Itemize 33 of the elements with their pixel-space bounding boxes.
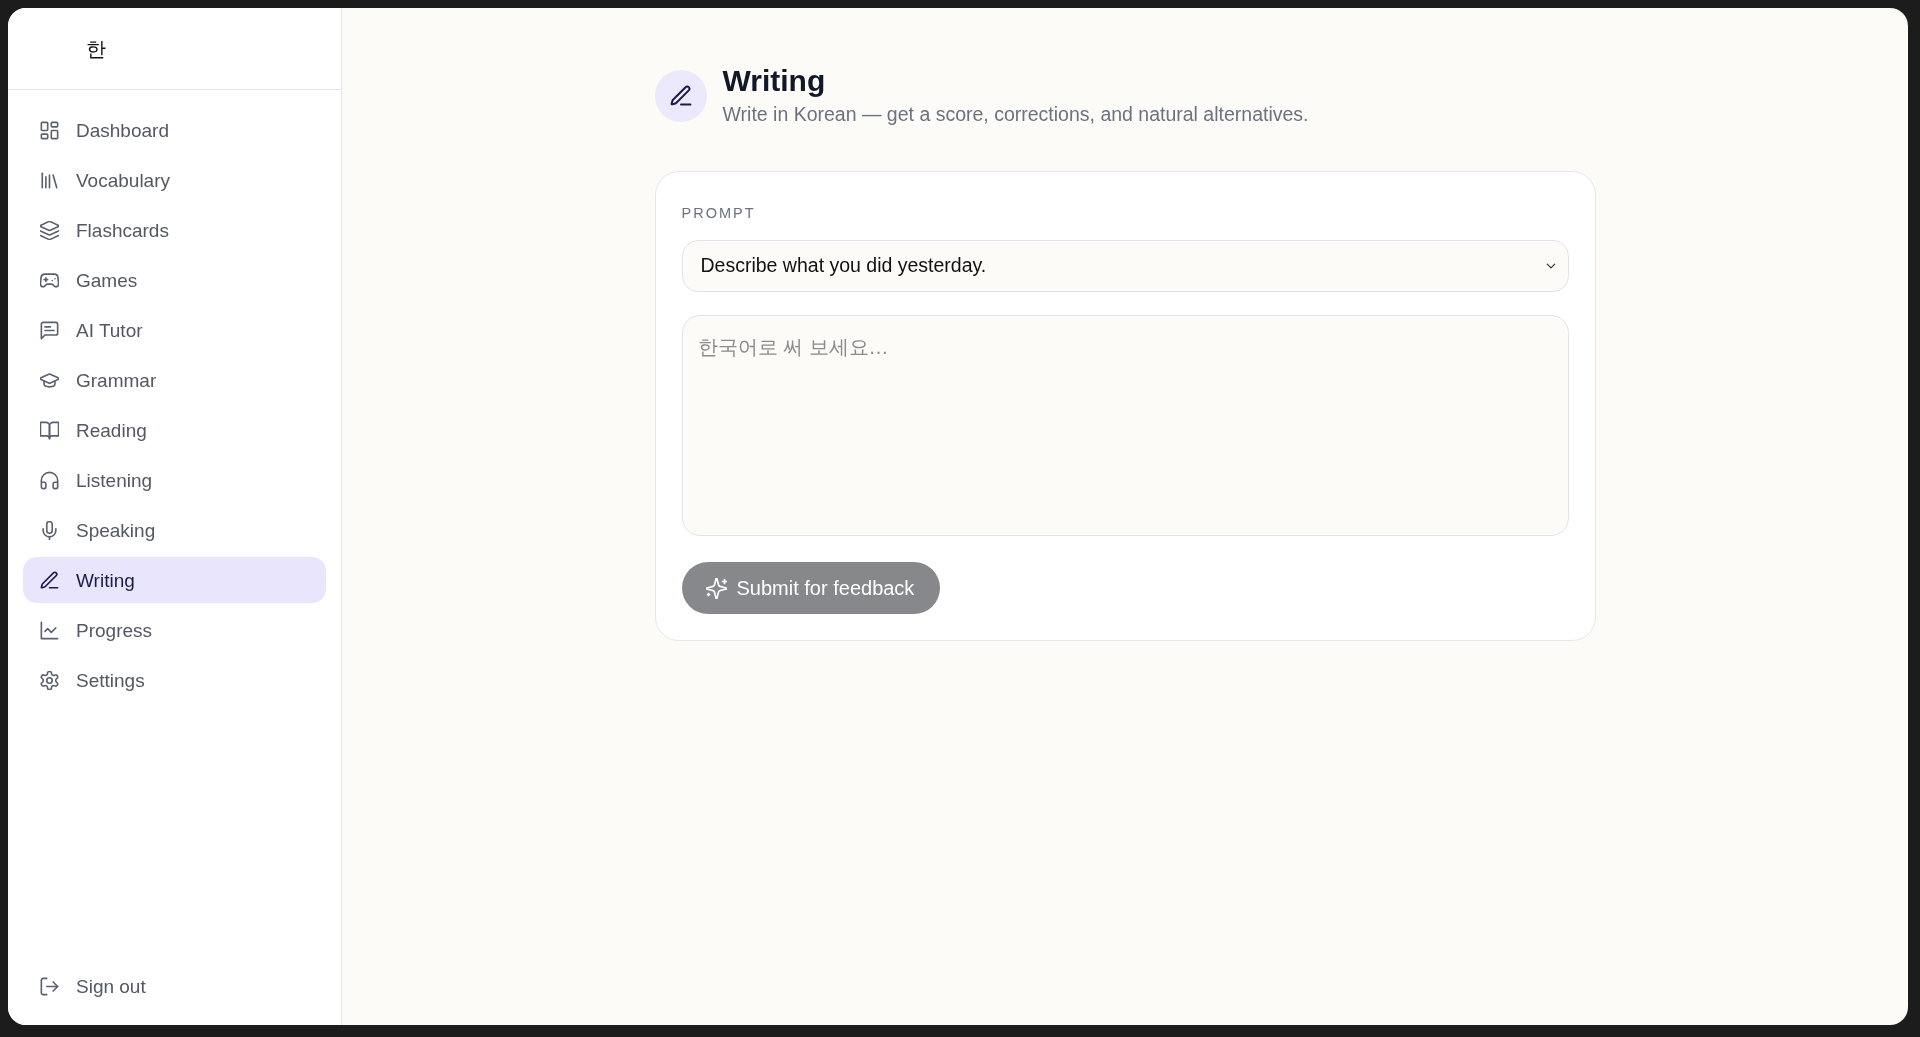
microphone-icon	[40, 520, 59, 540]
sidebar-item[interactable]: Flashcards	[23, 207, 326, 253]
headphones-icon	[40, 470, 59, 490]
pen-icon	[40, 570, 59, 590]
sidebar-item[interactable]: Settings	[23, 657, 326, 703]
books-icon	[40, 170, 59, 190]
logo-text: 한	[86, 36, 106, 61]
sparkles-icon	[705, 577, 727, 599]
gamepad-icon	[40, 270, 59, 290]
page-title: Writing	[722, 63, 827, 99]
sign-out-button[interactable]: Sign out	[23, 963, 326, 1009]
sign-out-icon	[40, 976, 59, 996]
sidebar-item[interactable]: Speaking	[23, 507, 326, 553]
message-icon	[40, 320, 59, 340]
sidebar-item[interactable]: Vocabulary	[23, 157, 326, 203]
sidebar-item[interactable]: Dashboard	[23, 107, 326, 153]
sidebar-item[interactable]: Writing	[23, 557, 326, 603]
sidebar-item[interactable]: Grammar	[23, 357, 326, 403]
sidebar-item[interactable]: Progress	[23, 607, 326, 653]
answer-field[interactable]: 한국어로 써 보세요…	[681, 315, 1569, 536]
line-chart-icon	[40, 620, 59, 640]
layers-icon	[40, 220, 59, 240]
book-icon	[40, 420, 59, 440]
prompt-select[interactable]: Describe what you did yesterday.	[681, 240, 1569, 292]
sidebar-item[interactable]: Games	[23, 257, 326, 303]
page-subtitle: Write in Korean — get a score, corrections, and natural alternatives.	[722, 102, 1309, 127]
graduation-cap-icon	[40, 370, 59, 390]
settings-icon	[40, 670, 59, 690]
grid-icon	[40, 120, 59, 140]
prompt-label: PROMPT	[681, 204, 756, 223]
sidebar-item[interactable]: Listening	[23, 457, 326, 503]
sidebar-item[interactable]: Reading	[23, 407, 326, 453]
sidebar-item[interactable]: AI Tutor	[23, 307, 326, 353]
